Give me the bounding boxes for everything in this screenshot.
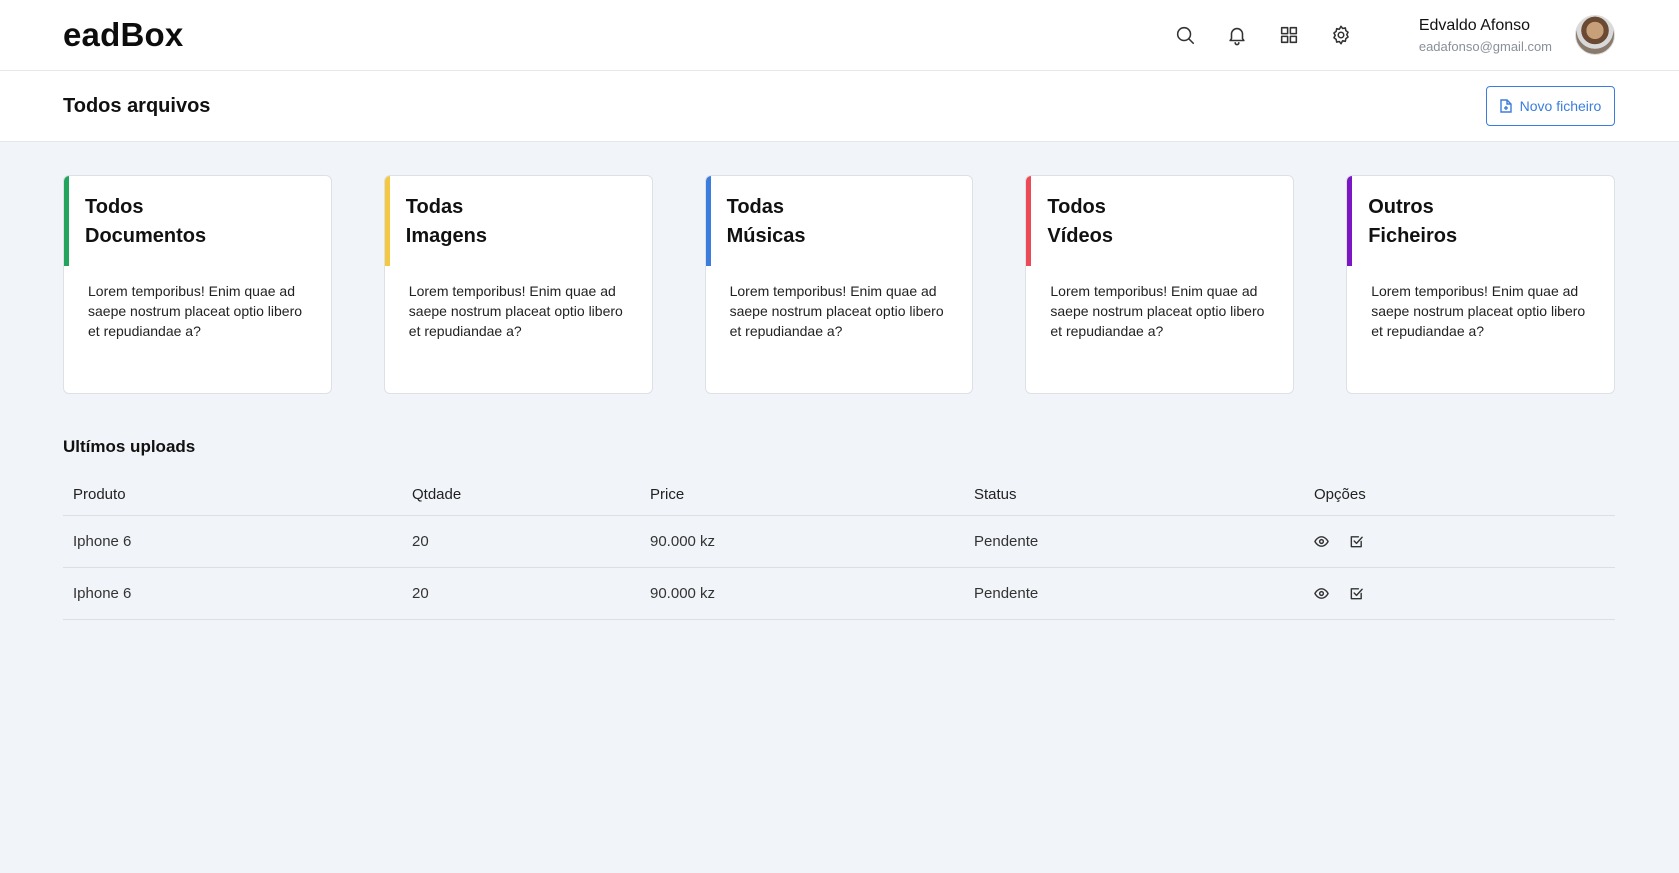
cell-price: 90.000 kz <box>640 567 964 620</box>
table-header-row: Produto Qtdade Price Status Opções <box>63 475 1615 516</box>
card-accent <box>384 176 390 266</box>
column-header: Price <box>640 475 964 516</box>
cell-price: 90.000 kz <box>640 515 964 568</box>
bell-icon[interactable] <box>1211 15 1263 55</box>
card-description: Lorem temporibus! Enim quae ad saepe nos… <box>88 283 303 339</box>
cell-options <box>1304 515 1615 568</box>
card-title: Músicas <box>726 225 806 247</box>
app-logo[interactable]: eadBox <box>63 16 183 54</box>
column-header: Produto <box>63 475 402 516</box>
page-title: Todos arquivos <box>63 94 211 117</box>
card-outros[interactable]: Outros Ficheiros Lorem temporibus! Enim … <box>1346 175 1615 394</box>
card-imagens[interactable]: Todas Imagens Lorem temporibus! Enim qua… <box>383 175 653 394</box>
header-actions: Edvaldo Afonso eadafonso@gmail.com <box>1159 15 1615 55</box>
user-info: Edvaldo Afonso eadafonso@gmail.com <box>1419 17 1552 54</box>
avatar[interactable] <box>1575 15 1615 55</box>
uploads-table-wrapper: Produto Qtdade Price Status Opções Iphon… <box>0 457 1679 620</box>
uploads-title: Ultímos uploads <box>63 437 196 456</box>
user-profile[interactable]: Edvaldo Afonso eadafonso@gmail.com <box>1419 15 1615 55</box>
card-title: Outros <box>1368 196 1434 218</box>
cell-produto: Iphone 6 <box>63 515 402 568</box>
user-email: eadafonso@gmail.com <box>1418 38 1552 54</box>
card-title: Documentos <box>85 225 207 247</box>
top-navbar: eadBox Edvaldo Afonso eadafonso@gmail.co… <box>0 0 1679 71</box>
card-title: Todas <box>726 196 785 218</box>
card-description: Lorem temporibus! Enim quae ad saepe nos… <box>729 283 944 339</box>
card-title: Vídeos <box>1047 225 1113 247</box>
file-icon <box>1499 99 1512 113</box>
new-file-button[interactable]: Novo ficheiro <box>1486 86 1615 126</box>
card-description: Lorem temporibus! Enim quae ad saepe nos… <box>1371 283 1586 339</box>
card-documentos[interactable]: Todos Documentos Lorem temporibus! Enim … <box>63 175 332 394</box>
cell-options <box>1304 567 1615 620</box>
card-header: Todas Músicas <box>705 176 973 266</box>
card-header: Todos Vídeos <box>1026 176 1293 266</box>
card-accent <box>705 176 711 266</box>
card-title: Todos <box>85 196 144 218</box>
check-square-icon[interactable] <box>1349 534 1364 549</box>
uploads-table: Produto Qtdade Price Status Opções Iphon… <box>63 475 1615 620</box>
card-videos[interactable]: Todos Vídeos Lorem temporibus! Enim quae… <box>1025 175 1295 394</box>
card-header: Outros Ficheiros <box>1347 176 1614 266</box>
card-description: Lorem temporibus! Enim quae ad saepe nos… <box>1050 283 1265 339</box>
page-header: Todos arquivos Novo ficheiro <box>0 71 1679 142</box>
card-accent <box>64 176 69 266</box>
column-header: Qtdade <box>402 475 640 516</box>
gear-icon[interactable] <box>1315 15 1367 55</box>
new-file-label: Novo ficheiro <box>1519 98 1602 114</box>
cell-qtdade: 20 <box>402 567 640 620</box>
check-square-icon[interactable] <box>1349 586 1364 601</box>
grid-icon[interactable] <box>1263 15 1315 55</box>
table-row: Iphone 6 20 90.000 kz Pendente <box>63 567 1615 620</box>
cell-produto: Iphone 6 <box>63 567 402 620</box>
column-header: Status <box>964 475 1304 516</box>
cell-status: Pendente <box>964 515 1304 568</box>
user-name: Edvaldo Afonso <box>1418 16 1531 34</box>
card-title: Imagens <box>405 225 487 247</box>
card-title: Todos <box>1047 196 1106 218</box>
cell-status: Pendente <box>964 567 1304 620</box>
card-accent <box>1347 176 1353 266</box>
column-header: Opções <box>1304 475 1615 516</box>
card-title: Ficheiros <box>1368 225 1458 247</box>
eye-icon[interactable] <box>1314 534 1329 549</box>
table-row: Iphone 6 20 90.000 kz Pendente <box>63 515 1615 568</box>
card-description: Lorem temporibus! Enim quae ad saepe nos… <box>408 283 623 339</box>
card-header: Todos Documentos <box>64 176 331 266</box>
card-musicas[interactable]: Todas Músicas Lorem temporibus! Enim qua… <box>704 175 974 394</box>
card-title: Todas <box>405 196 464 218</box>
card-accent <box>1026 176 1032 266</box>
eye-icon[interactable] <box>1314 586 1329 601</box>
category-cards: Todos Documentos Lorem temporibus! Enim … <box>0 142 1679 394</box>
search-icon[interactable] <box>1159 15 1211 55</box>
card-header: Todas Imagens <box>384 176 652 266</box>
cell-qtdade: 20 <box>402 515 640 568</box>
